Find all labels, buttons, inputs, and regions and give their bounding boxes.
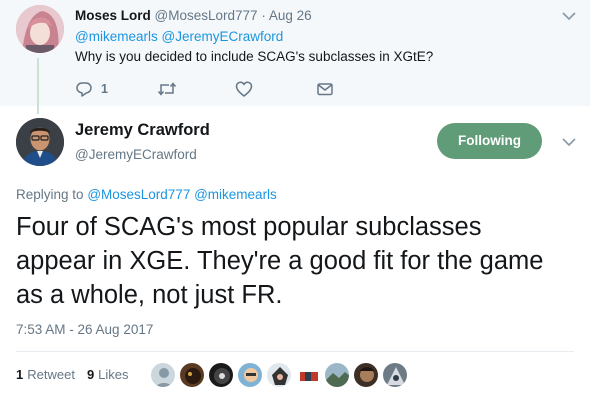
retweet-button[interactable] [157,80,177,98]
parent-mentions: @mikemearls @JeremyECrawford [75,29,283,44]
liker-avatar[interactable] [150,362,176,388]
direct-message-icon [317,83,333,96]
parent-action-bar: 1 [75,80,375,98]
reply-button[interactable]: 1 [75,80,108,98]
replying-to: Replying to @MosesLord777 @mikemearls [16,187,277,202]
chevron-down-icon[interactable] [562,137,576,147]
parent-tweet-text: Why is you decided to include SCAG's sub… [75,49,434,64]
like-label: Likes [98,367,129,382]
likes-stat[interactable]: 9 Likes [87,367,129,382]
main-author-avatar[interactable] [16,118,64,166]
reply-count: 1 [101,82,108,96]
main-author-handle[interactable]: @JeremyECrawford [75,147,197,162]
reply-icon [76,82,92,97]
direct-message-button[interactable] [316,80,334,98]
engagement-stats: 1 Retweet 9 Likes [16,367,129,382]
tweet-timestamp[interactable]: 7:53 AM - 26 Aug 2017 [16,322,153,337]
liker-avatar[interactable] [208,362,234,388]
retweet-label: Retweet [27,367,75,382]
main-tweet-text: Four of SCAG's most popular subclasses a… [16,213,544,309]
liker-avatar[interactable] [295,362,321,388]
divider [16,351,574,352]
like-icon [235,81,253,97]
parent-author-handle[interactable]: @MosesLord777 [155,8,258,23]
replying-to-label: Replying to [16,187,84,202]
liker-avatar[interactable] [179,362,205,388]
liker-avatar[interactable] [382,362,408,388]
mention-link[interactable]: @MosesLord777 [87,187,190,202]
main-author-name[interactable]: Jeremy Crawford [75,121,210,140]
parent-tweet-date[interactable]: Aug 26 [269,8,312,23]
retweets-stat[interactable]: 1 Retweet [16,367,75,382]
liker-avatar[interactable] [353,362,379,388]
retweet-icon [157,82,177,96]
parent-tweet[interactable]: Moses Lord @MosesLord777 · Aug 26 @mikem… [0,0,590,106]
retweet-count: 1 [16,367,24,382]
liker-avatar[interactable] [237,362,263,388]
mention-link[interactable]: @JeremyECrawford [161,29,283,44]
parent-author-avatar[interactable] [16,5,64,53]
header-separator: · [261,8,266,23]
chevron-down-icon[interactable] [562,11,576,21]
like-count: 9 [86,367,95,382]
mention-link[interactable]: @mikemearls [194,187,277,202]
mention-link[interactable]: @mikemearls [75,29,158,44]
following-button[interactable]: Following [437,123,542,159]
liker-avatar[interactable] [324,362,350,388]
like-button[interactable] [235,80,253,98]
parent-author-name[interactable]: Moses Lord [75,8,151,23]
thread-connector-line [37,58,39,114]
liker-avatar[interactable] [266,362,292,388]
